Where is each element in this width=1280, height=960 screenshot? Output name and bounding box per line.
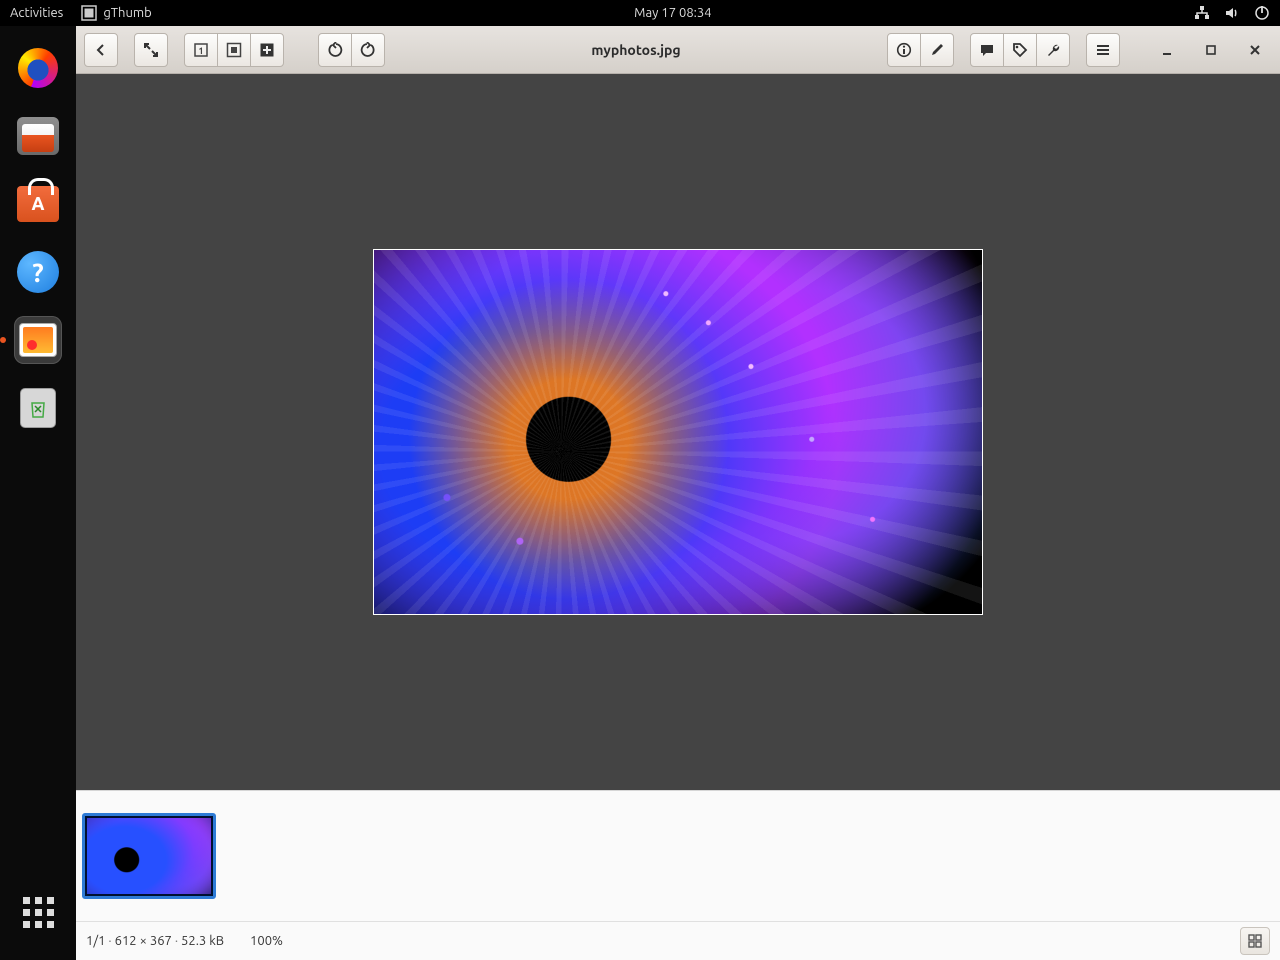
thumbnail-item[interactable] — [82, 813, 216, 899]
rotate-left-button[interactable] — [318, 33, 352, 67]
window-maximize-button[interactable] — [1194, 33, 1228, 67]
back-button[interactable] — [84, 33, 118, 67]
appmenu-button[interactable]: gThumb — [81, 5, 151, 21]
zoom-fit-button[interactable] — [217, 33, 251, 67]
gthumb-menu-icon — [81, 5, 97, 21]
dock-help[interactable]: ? — [14, 248, 62, 296]
dock-gthumb[interactable] — [14, 316, 62, 364]
trash-icon — [20, 388, 56, 428]
rotate-right-button[interactable] — [351, 33, 385, 67]
status-dimensions: 612 × 367 — [105, 934, 171, 948]
comment-button[interactable] — [970, 33, 1004, 67]
thumbnail-filmstrip — [76, 790, 1280, 921]
gnome-top-bar: Activities gThumb May 17 08:34 — [0, 0, 1280, 26]
dock-trash[interactable] — [14, 384, 62, 432]
help-icon: ? — [17, 251, 59, 293]
headerbar-title: myphotos.jpg — [395, 42, 877, 58]
thumbnail-image — [87, 818, 211, 894]
status-filesize: 52.3 kB — [172, 934, 224, 948]
activities-button[interactable]: Activities — [10, 6, 63, 20]
thumbnail-grid-toggle-button[interactable] — [1240, 927, 1270, 955]
window-minimize-button[interactable] — [1150, 33, 1184, 67]
image-viewer-area[interactable] — [76, 74, 1280, 790]
status-position: 1/1 — [86, 934, 105, 948]
clock-label[interactable]: May 17 08:34 — [634, 6, 711, 20]
software-store-icon — [17, 186, 59, 222]
volume-status-icon[interactable] — [1224, 5, 1240, 21]
edit-button[interactable] — [920, 33, 954, 67]
displayed-image — [373, 249, 983, 615]
headerbar: 1 myphotos.jpg — [76, 26, 1280, 74]
properties-button[interactable] — [887, 33, 921, 67]
dock-files[interactable] — [14, 112, 62, 160]
zoom-original-button[interactable]: 1 — [184, 33, 218, 67]
zoom-in-button[interactable] — [250, 33, 284, 67]
dock-firefox[interactable] — [14, 44, 62, 92]
firefox-icon — [18, 48, 58, 88]
status-zoom: 100% — [250, 934, 283, 948]
fullscreen-button[interactable] — [134, 33, 168, 67]
hamburger-menu-button[interactable] — [1086, 33, 1120, 67]
power-status-icon[interactable] — [1254, 5, 1270, 21]
ubuntu-dock: ? — [0, 26, 76, 960]
appmenu-label: gThumb — [103, 6, 151, 20]
gthumb-window: 1 myphotos.jpg — [76, 26, 1280, 960]
tools-button[interactable] — [1036, 33, 1070, 67]
svg-text:1: 1 — [198, 46, 203, 56]
show-applications-button[interactable] — [18, 892, 58, 932]
gthumb-icon — [19, 323, 57, 357]
tags-button[interactable] — [1003, 33, 1037, 67]
network-status-icon[interactable] — [1194, 5, 1210, 21]
status-bar: 1/1612 × 36752.3 kB 100% — [76, 921, 1280, 960]
window-close-button[interactable] — [1238, 33, 1272, 67]
status-file-info: 1/1612 × 36752.3 kB — [86, 934, 224, 948]
dock-software[interactable] — [14, 180, 62, 228]
files-icon — [17, 117, 59, 155]
